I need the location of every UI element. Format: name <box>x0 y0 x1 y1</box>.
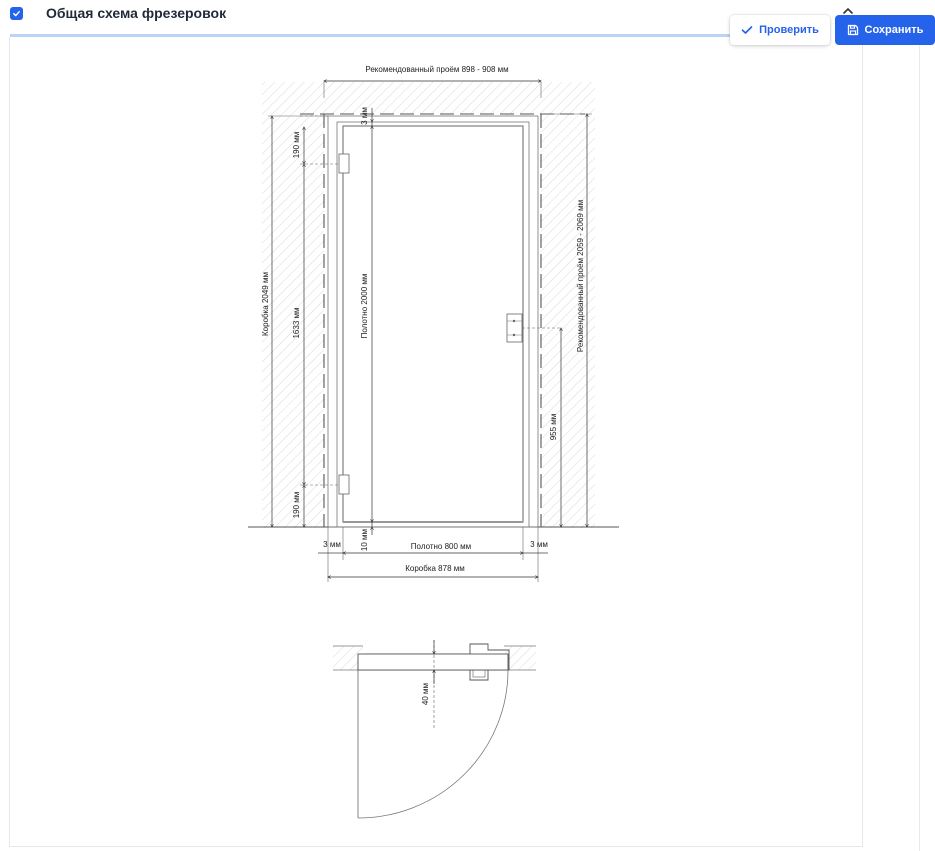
dim-bottom-gap: 10 мм <box>360 529 369 551</box>
dim-top-gap: 3 мм <box>360 107 369 125</box>
dim-leaf-height: Полотно 2000 мм <box>360 274 369 339</box>
front-view: Рекомендованный проём 898 - 908 мм Короб… <box>248 65 619 582</box>
dim-recommended-opening-height: Рекомендованный проём 2059 - 2069 мм <box>576 200 585 352</box>
dim-frame-height: Коробка 2049 мм <box>261 272 270 336</box>
door-milling-scheme: Рекомендованный проём 898 - 908 мм Короб… <box>248 65 619 819</box>
dim-leaf-thickness: 40 мм <box>421 683 430 705</box>
dim-hinge-spacing: 1633 мм <box>292 307 301 338</box>
dim-left-gap: 3 мм <box>323 540 341 549</box>
door-leaf <box>342 125 524 523</box>
section-view: 40 мм <box>333 640 536 819</box>
hinge-bottom <box>338 474 350 495</box>
dim-right-gap: 3 мм <box>530 540 548 549</box>
dim-bottom-hinge: 190 мм <box>292 492 301 519</box>
dim-top-hinge: 190 мм <box>292 132 301 159</box>
dim-recommended-opening-width: Рекомендованный проём 898 - 908 мм <box>365 65 508 74</box>
dim-handle-height: 955 мм <box>549 414 558 441</box>
dim-frame-width: Коробка 878 мм <box>405 564 465 573</box>
hinge-top <box>338 153 350 174</box>
dim-leaf-width: Полотно 800 мм <box>411 542 471 551</box>
lock-handle <box>506 313 523 343</box>
